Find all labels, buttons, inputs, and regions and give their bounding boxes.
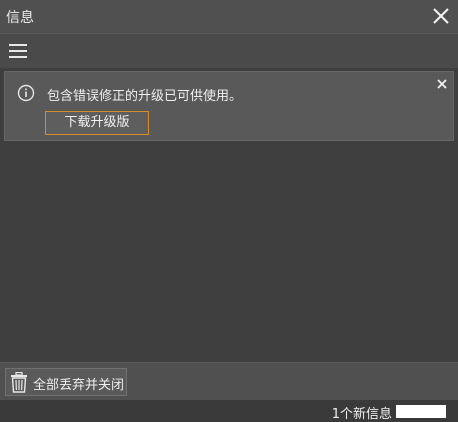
discard-all-close-button[interactable]: 全部丢弃并关闭 [5, 368, 127, 396]
message-window: 信息 包含错误修正的升级已可供使用。 下载升级版 全部丢弃并关闭 1个新信息 [0, 0, 458, 422]
title-bar: 信息 [0, 0, 458, 34]
close-button[interactable] [430, 5, 452, 27]
discard-all-label: 全部丢弃并关闭 [33, 378, 125, 393]
dismiss-icon [437, 79, 447, 89]
dismiss-notice-button[interactable] [435, 76, 449, 90]
close-icon [433, 8, 449, 24]
download-update-button[interactable]: 下载升级版 [45, 111, 149, 135]
notice-message: 包含错误修正的升级已可供使用。 [47, 89, 243, 104]
trash-icon [11, 372, 27, 393]
hamburger-menu-icon [9, 44, 27, 58]
bottom-bar: 全部丢弃并关闭 [0, 362, 458, 400]
new-message-count: 1个新信息 [331, 407, 392, 422]
window-title: 信息 [6, 10, 34, 26]
toolbar [0, 34, 458, 68]
menu-button[interactable] [8, 42, 28, 60]
info-icon [17, 84, 35, 102]
status-bar: 1个新信息 [0, 400, 458, 422]
status-indicator [396, 405, 446, 418]
update-notice: 包含错误修正的升级已可供使用。 下载升级版 [4, 71, 454, 141]
message-list: 包含错误修正的升级已可供使用。 下载升级版 [2, 68, 456, 362]
